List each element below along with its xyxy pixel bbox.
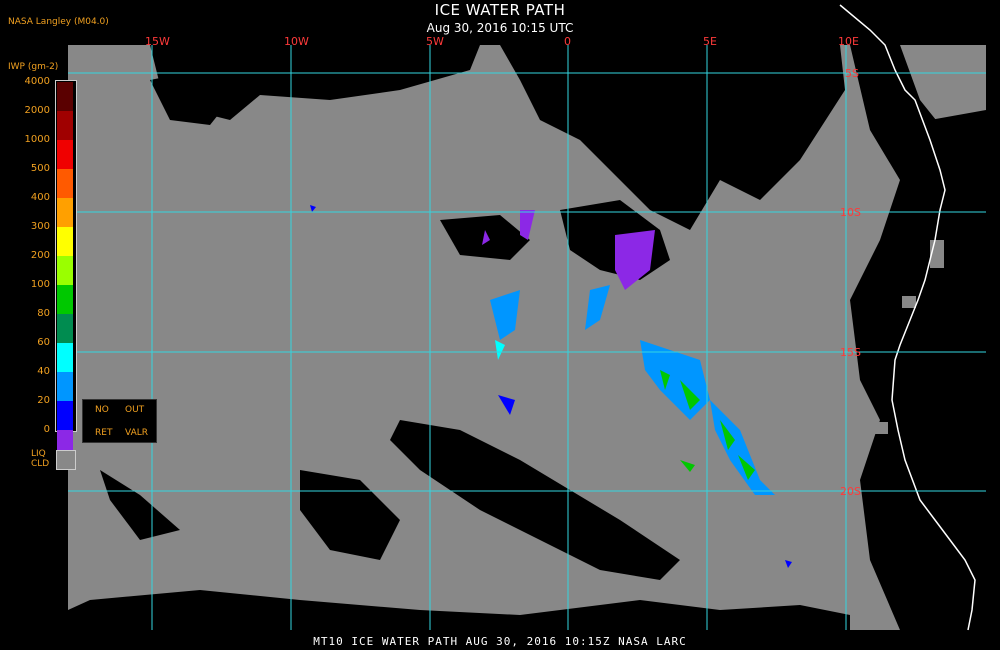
lon-label: 10E [838, 35, 859, 48]
legend-tick-label: 4000 [24, 76, 50, 87]
legend-color-swatch [57, 256, 73, 285]
map-timestamp: Aug 30, 2016 10:15 UTC [426, 21, 574, 35]
lon-label: 5W [426, 35, 444, 48]
valr-label: VALR [125, 428, 149, 438]
cld-label: CLD [31, 459, 50, 469]
liquid-cloud-swatch [56, 450, 76, 470]
lat-label: 20S [840, 485, 861, 498]
legend-tick-label: 200 [30, 250, 50, 261]
liq-label: LIQ [31, 449, 46, 459]
ret-label: RET [95, 428, 113, 438]
legend-tick-label: 1000 [24, 134, 50, 145]
legend-color-swatch [57, 314, 73, 343]
cloud-patch [860, 422, 888, 434]
satellite-map: 15W 10W 5W 0 5E 10E 5S 10S 15S 20S [68, 4, 986, 631]
legend-tick-label: 20 [37, 395, 50, 406]
legend-color-swatch [57, 82, 73, 111]
no-label: NO [95, 405, 109, 415]
liquid-cloud-field [68, 45, 986, 630]
cloud-patch [902, 296, 916, 308]
legend-color-swatch [57, 169, 73, 198]
lat-label: 5S [845, 67, 859, 80]
legend-tick-label: 2000 [24, 105, 50, 116]
legend-tick-label: 40 [37, 366, 50, 377]
map-title: ICE WATER PATH [434, 1, 566, 19]
legend-tick-label: 0 [43, 424, 50, 435]
liquid-cloud-label: LIQ CLD [31, 449, 49, 469]
legend-tick-label: 80 [37, 308, 50, 319]
legend-color-swatch [57, 372, 73, 401]
legend-tick-label: 500 [30, 163, 50, 174]
lat-label: 15S [840, 346, 861, 359]
out-label: OUT [125, 405, 145, 415]
legend-color-swatch [57, 198, 73, 227]
legend-tick-label: 60 [37, 337, 50, 348]
legend-color-swatch [57, 401, 73, 430]
legend-tick-label: 300 [30, 221, 50, 232]
producer-label: NASA Langley (M04.0) [8, 17, 109, 27]
lat-label: 10S [840, 206, 861, 219]
lon-label: 10W [284, 35, 309, 48]
legend-tick-label: 100 [30, 279, 50, 290]
lon-label: 0 [564, 35, 571, 48]
lon-label: 5E [703, 35, 717, 48]
lon-label: 15W [145, 35, 170, 48]
legend-tick-label: 400 [30, 192, 50, 203]
legend-color-swatch [57, 140, 73, 169]
legend-color-swatch [57, 343, 73, 372]
footer-caption: MT10 ICE WATER PATH AUG 30, 2016 10:15Z … [313, 635, 687, 648]
no-data-legend: NO OUT RET VALR [82, 399, 157, 443]
legend-unit-label: IWP (gm-2) [8, 62, 59, 72]
legend-color-swatch [57, 111, 73, 140]
legend-color-swatch [57, 227, 73, 256]
legend-color-swatch [57, 285, 73, 314]
